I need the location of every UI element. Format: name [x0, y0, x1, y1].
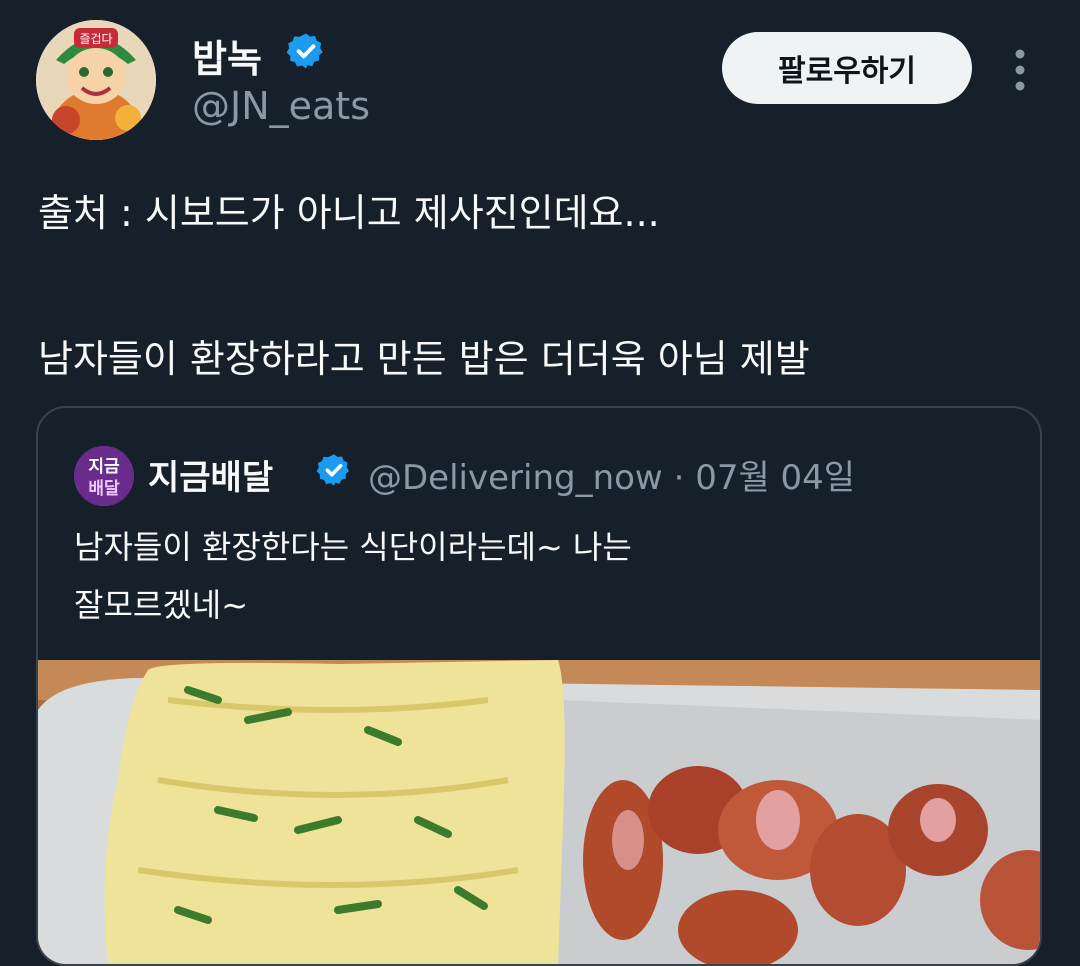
quoted-author-avatar[interactable]: 지금 배달	[74, 446, 134, 506]
svg-text:배달: 배달	[88, 478, 120, 499]
quoted-avatar-logo: 지금 배달	[74, 446, 134, 506]
avatar-illustration: 즐겁다	[36, 20, 156, 140]
quoted-tweet-text-line-1: 남자들이 환장한다는 식단이라는데~ 나는	[74, 528, 632, 566]
verified-badge-icon	[286, 33, 323, 69]
quoted-tweet-card[interactable]: 지금 배달 지금배달 @Delivering_now · 07월 04일 남자들…	[36, 406, 1042, 966]
svg-text:즐겁다: 즐겁다	[79, 32, 112, 46]
quoted-author-display-name[interactable]: 지금배달	[148, 450, 273, 499]
tweet-text-line-1: 출처 : 시보드가 아니고 제사진인데요...	[38, 191, 660, 235]
author-display-name[interactable]: 밥녹	[192, 28, 262, 83]
quoted-author-handle[interactable]: @Delivering_now	[368, 458, 663, 498]
svg-text:지금: 지금	[88, 457, 120, 477]
follow-button[interactable]: 팔로우하기	[722, 32, 972, 104]
meta-separator: ·	[673, 458, 685, 498]
verified-badge-icon	[316, 454, 349, 486]
more-options-icon[interactable]	[1008, 48, 1032, 92]
author-avatar[interactable]: 즐겁다	[36, 20, 156, 140]
food-photo-image[interactable]	[38, 660, 1042, 966]
author-handle[interactable]: @JN_eats	[192, 84, 370, 128]
quoted-tweet-meta: @Delivering_now · 07월 04일	[368, 450, 855, 499]
quoted-tweet-date[interactable]: 07월 04일	[695, 458, 855, 498]
quoted-tweet-text-line-2: 잘모르겠네~	[74, 586, 249, 624]
tweet-text-line-2: 남자들이 환장하라고 만든 밥은 더더욱 아님 제발	[38, 337, 810, 381]
